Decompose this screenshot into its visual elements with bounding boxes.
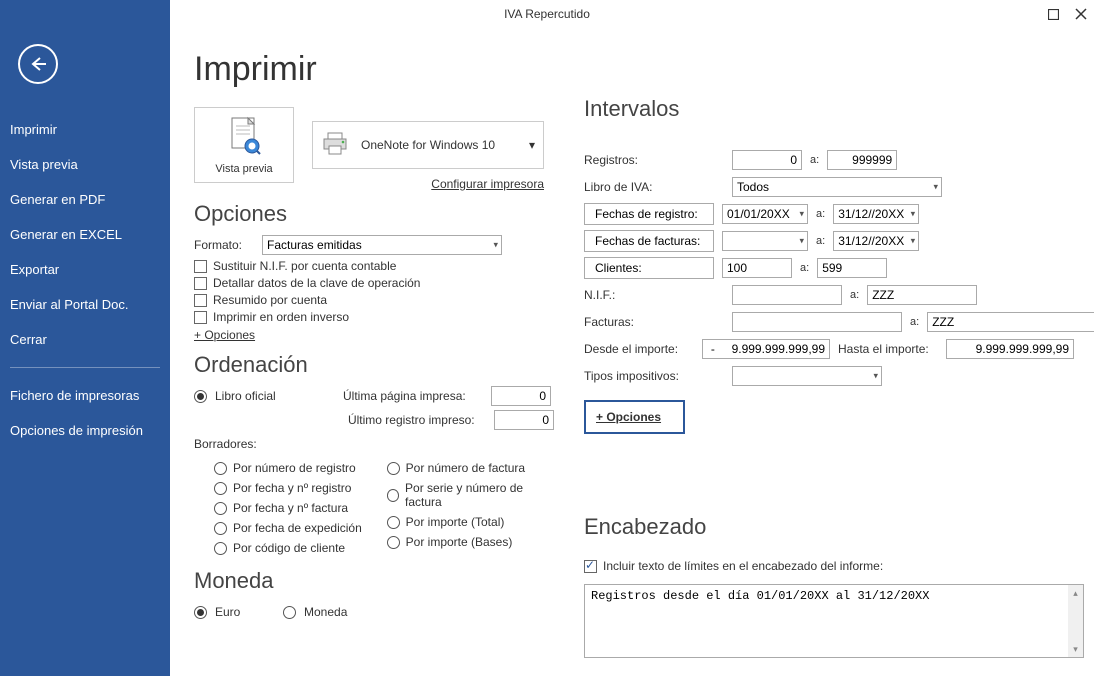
page-title: Imprimir [194, 50, 554, 89]
textarea-scrollbar[interactable]: ▴ ▾ [1068, 584, 1084, 658]
sidebar: Imprimir Vista previa Generar en PDF Gen… [0, 0, 170, 676]
borradores-label: Borradores: [194, 437, 257, 451]
chk-orden-inverso[interactable] [194, 311, 207, 324]
chevron-down-icon: ▾ [529, 138, 535, 152]
registros-label: Registros: [584, 153, 724, 167]
sidebar-item-exportar[interactable]: Exportar [0, 252, 170, 287]
back-button[interactable] [18, 44, 58, 84]
ultima-pagina-input[interactable] [491, 386, 551, 406]
tipos-label: Tipos impositivos: [584, 369, 724, 383]
encabezado-heading: Encabezado [584, 514, 1094, 540]
chk-sustituir-nif-label: Sustituir N.I.F. por cuenta contable [213, 259, 396, 273]
radio-serie-factura[interactable] [387, 489, 399, 502]
a-label: a: [810, 154, 819, 166]
radio-moneda-label: Moneda [304, 605, 347, 619]
chk-sustituir-nif[interactable] [194, 260, 207, 273]
fechas-facturas-from-input[interactable] [722, 231, 808, 251]
sidebar-item-vista-previa[interactable]: Vista previa [0, 147, 170, 182]
formato-label: Formato: [194, 238, 254, 252]
opciones-more-link[interactable]: + Opciones [194, 328, 255, 342]
libro-iva-select[interactable]: Todos [732, 177, 942, 197]
moneda-heading: Moneda [194, 568, 554, 594]
intervalos-heading: Intervalos [584, 96, 1094, 122]
chk-detallar-clave[interactable] [194, 277, 207, 290]
vista-previa-button[interactable]: Vista previa [194, 107, 294, 183]
sidebar-item-imprimir[interactable]: Imprimir [0, 112, 170, 147]
hasta-importe-input[interactable] [946, 339, 1074, 359]
radio-moneda[interactable] [283, 606, 296, 619]
radio-fecha-registro[interactable] [214, 482, 227, 495]
maximize-icon[interactable] [1046, 7, 1060, 21]
registros-to-input[interactable] [827, 150, 897, 170]
sidebar-item-portal[interactable]: Enviar al Portal Doc. [0, 287, 170, 322]
radio-euro[interactable] [194, 606, 207, 619]
fechas-facturas-to-input[interactable] [833, 231, 919, 251]
radio-num-registro[interactable] [214, 462, 227, 475]
tipos-select[interactable] [732, 366, 882, 386]
intervalos-more-link[interactable]: + Opciones [596, 410, 661, 424]
configure-printer-link[interactable]: Configurar impresora [312, 177, 544, 191]
sidebar-separator [10, 367, 160, 368]
chk-incluir-encabezado[interactable] [584, 560, 597, 573]
scroll-up-icon[interactable]: ▴ [1068, 585, 1083, 601]
radio-fecha-factura[interactable] [214, 502, 227, 515]
vista-previa-label: Vista previa [215, 163, 272, 175]
nif-to-input[interactable] [867, 285, 977, 305]
facturas-from-input[interactable] [732, 312, 902, 332]
ordenacion-heading: Ordenación [194, 352, 554, 378]
radio-fecha-expedicion[interactable] [214, 522, 227, 535]
chk-orden-inverso-label: Imprimir en orden inverso [213, 310, 349, 324]
sidebar-item-cerrar[interactable]: Cerrar [0, 322, 170, 357]
radio-importe-total[interactable] [387, 516, 400, 529]
fechas-registro-from-input[interactable] [722, 204, 808, 224]
fechas-registro-button[interactable]: Fechas de registro: [584, 203, 714, 225]
ultima-pagina-label: Última página impresa: [343, 389, 483, 403]
chk-incluir-encabezado-label: Incluir texto de límites en el encabezad… [603, 559, 883, 573]
libro-iva-label: Libro de IVA: [584, 180, 724, 194]
intervalos-more-box[interactable]: + Opciones [584, 400, 685, 434]
radio-euro-label: Euro [215, 605, 275, 619]
printer-icon [321, 131, 351, 160]
sidebar-item-opciones-impresion[interactable]: Opciones de impresión [0, 413, 170, 448]
formato-select[interactable]: Facturas emitidas [262, 235, 502, 255]
sidebar-item-pdf[interactable]: Generar en PDF [0, 182, 170, 217]
sidebar-item-fichero-impresoras[interactable]: Fichero de impresoras [0, 378, 170, 413]
radio-libro-oficial-label: Libro oficial [215, 389, 335, 403]
printer-name: OneNote for Windows 10 [361, 138, 495, 152]
fechas-registro-to-input[interactable] [833, 204, 919, 224]
close-icon[interactable] [1074, 7, 1088, 21]
facturas-label: Facturas: [584, 315, 724, 329]
clientes-to-input[interactable] [817, 258, 887, 278]
facturas-to-input[interactable] [927, 312, 1094, 332]
printer-select[interactable]: OneNote for Windows 10 ▾ [312, 121, 544, 169]
radio-libro-oficial[interactable] [194, 390, 207, 403]
registros-from-input[interactable] [732, 150, 802, 170]
ultimo-registro-input[interactable] [494, 410, 554, 430]
radio-num-factura[interactable] [387, 462, 400, 475]
desde-importe-input[interactable] [702, 339, 830, 359]
encabezado-textarea[interactable]: Registros desde el día 01/01/20XX al 31/… [584, 584, 1084, 658]
opciones-heading: Opciones [194, 201, 554, 227]
clientes-from-input[interactable] [722, 258, 792, 278]
document-preview-icon [227, 116, 261, 159]
desde-importe-label: Desde el importe: [584, 342, 694, 356]
nif-label: N.I.F.: [584, 288, 724, 302]
hasta-importe-label: Hasta el importe: [838, 342, 938, 356]
clientes-button[interactable]: Clientes: [584, 257, 714, 279]
chk-resumido-label: Resumido por cuenta [213, 293, 327, 307]
window-title: IVA Repercutido [504, 7, 590, 21]
nif-from-input[interactable] [732, 285, 842, 305]
chk-detallar-clave-label: Detallar datos de la clave de operación [213, 276, 420, 290]
chk-resumido[interactable] [194, 294, 207, 307]
sidebar-item-excel[interactable]: Generar en EXCEL [0, 217, 170, 252]
fechas-facturas-button[interactable]: Fechas de facturas: [584, 230, 714, 252]
radio-importe-bases[interactable] [387, 536, 400, 549]
scroll-down-icon[interactable]: ▾ [1068, 641, 1083, 657]
ultimo-registro-label: Último registro impreso: [348, 413, 486, 427]
radio-codigo-cliente[interactable] [214, 542, 227, 555]
